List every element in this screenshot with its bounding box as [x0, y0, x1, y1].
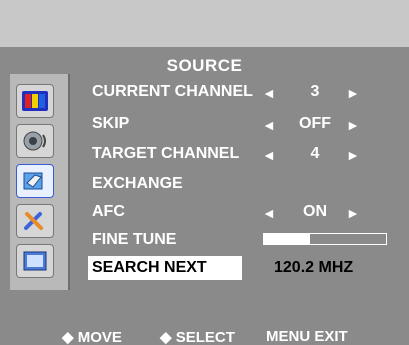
row-skip[interactable]: SKIP ◄ OFF ►	[0, 112, 409, 136]
left-arrow-icon[interactable]: ◄	[262, 147, 276, 163]
footer-select: ◆ SELECT	[160, 329, 235, 345]
row-exchange[interactable]: EXCHANGE	[0, 172, 409, 196]
target-channel-label: TARGET CHANNEL	[92, 145, 240, 162]
footer-exit: MENU EXIT	[266, 328, 348, 345]
row-fine-tune[interactable]: FINE TUNE	[0, 228, 409, 252]
footer-move: ◆ MOVE	[62, 329, 122, 345]
afc-label: AFC	[92, 203, 125, 220]
exchange-label: EXCHANGE	[92, 175, 183, 192]
right-arrow-icon[interactable]: ►	[346, 85, 360, 101]
osd-menu: SOURCE CURRENT CHANNEL ◄ 3 ► SKIP ◄ OFF …	[0, 0, 409, 345]
fine-tune-label: FINE TUNE	[92, 231, 177, 248]
fine-tune-fill	[264, 234, 311, 244]
footer: ◆ MOVE ◆ SELECT MENU EXIT	[0, 322, 409, 345]
row-target-channel[interactable]: TARGET CHANNEL ◄ 4 ►	[0, 142, 409, 166]
search-next-label[interactable]: SEARCH NEXT	[88, 256, 242, 280]
skip-value: OFF	[299, 115, 331, 132]
afc-value: ON	[303, 203, 327, 220]
current-channel-label: CURRENT CHANNEL	[92, 83, 253, 100]
right-arrow-icon[interactable]: ►	[346, 117, 360, 133]
search-frequency: 120.2 MHZ	[274, 259, 354, 276]
row-current-channel[interactable]: CURRENT CHANNEL ◄ 3 ►	[0, 80, 409, 104]
left-arrow-icon[interactable]: ◄	[262, 85, 276, 101]
menu-title: SOURCE	[166, 56, 243, 75]
row-search-next[interactable]: SEARCH NEXT 120.2 MHZ	[0, 256, 409, 280]
top-bar	[0, 0, 409, 47]
fine-tune-bar[interactable]	[263, 233, 387, 245]
current-channel-value: 3	[310, 83, 320, 100]
skip-label: SKIP	[92, 115, 130, 132]
right-arrow-icon[interactable]: ►	[346, 205, 360, 221]
left-arrow-icon[interactable]: ◄	[262, 205, 276, 221]
left-arrow-icon[interactable]: ◄	[262, 117, 276, 133]
right-arrow-icon[interactable]: ►	[346, 147, 360, 163]
row-afc[interactable]: AFC ◄ ON ►	[0, 200, 409, 224]
target-channel-value: 4	[310, 145, 320, 162]
